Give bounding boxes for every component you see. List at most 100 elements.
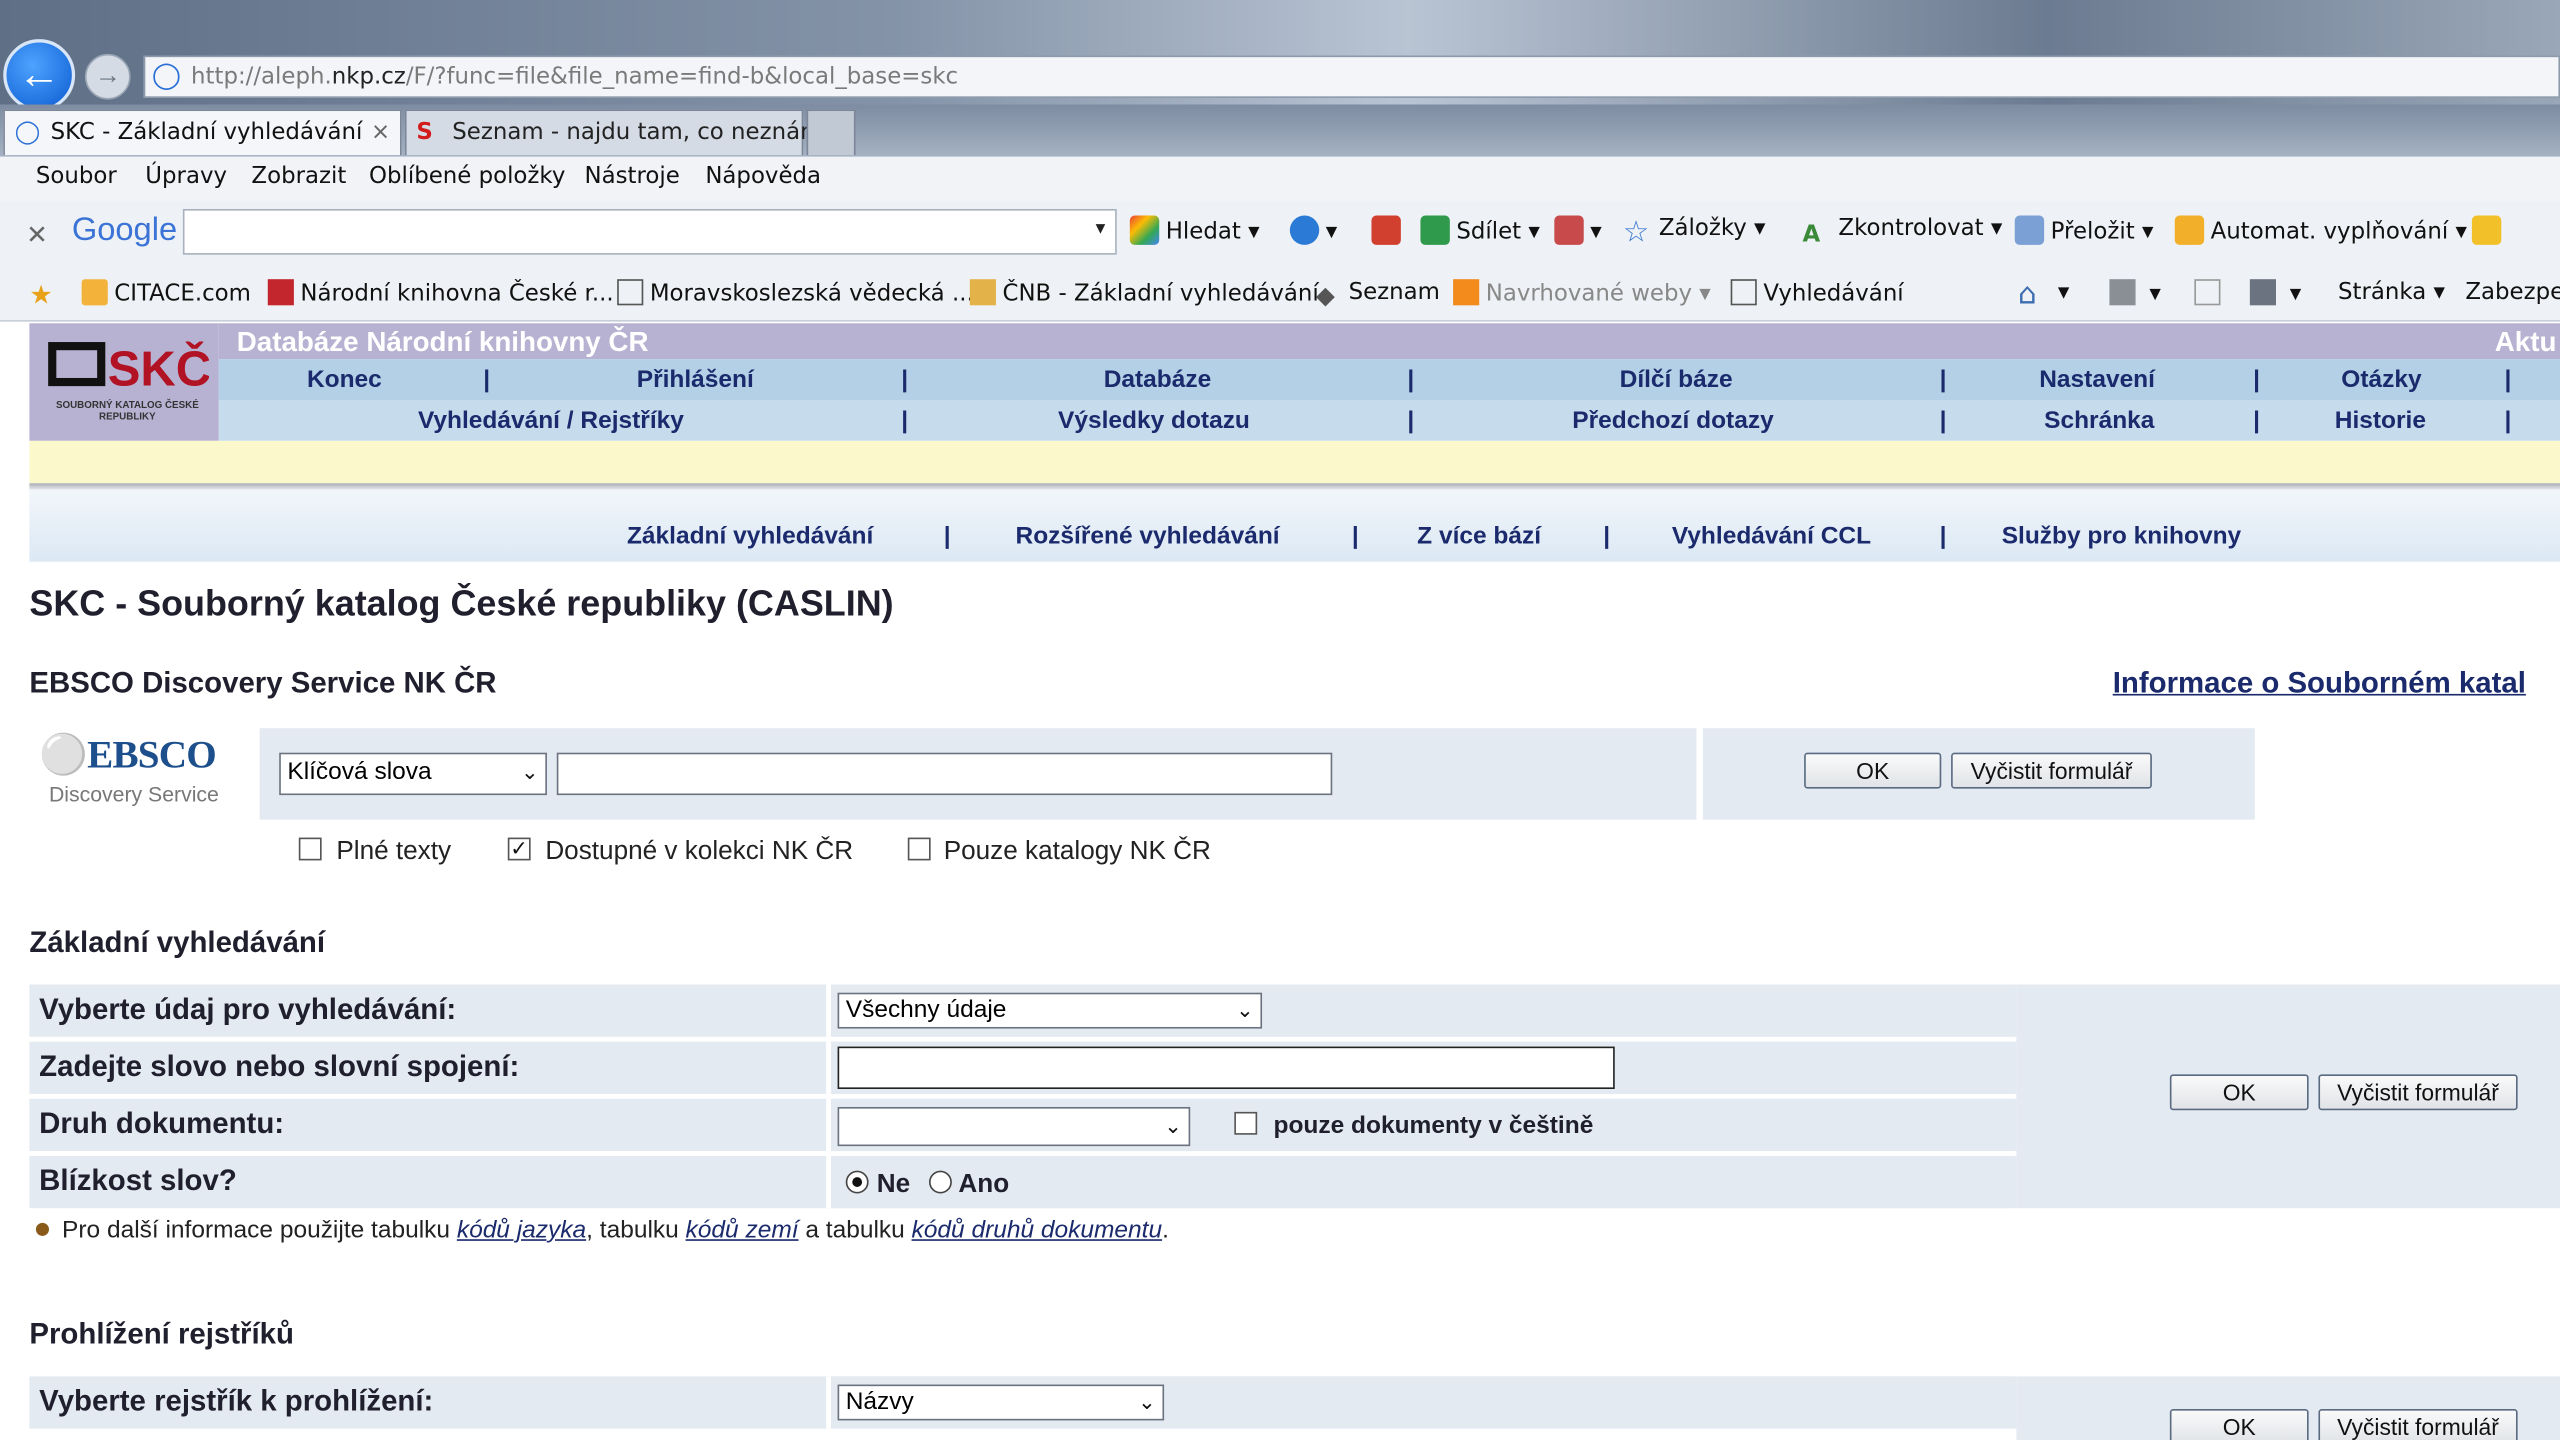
doctype-select[interactable]: ⌄: [837, 1106, 1191, 1147]
aktu-label[interactable]: Aktu: [2495, 327, 2557, 360]
fav-citace[interactable]: CITACE.com: [81, 279, 251, 307]
nk-collection-checkbox[interactable]: ✓: [507, 837, 531, 861]
tab-close-icon[interactable]: ×: [371, 111, 390, 153]
skcr-logo-graphic: SKČR: [48, 341, 209, 396]
basic-button-panel: OK Vyčistit formulář: [2016, 984, 2560, 1209]
ebsco-button-panel: OK Vyčistit formulář: [1702, 728, 2255, 820]
subnav-separator: |: [943, 522, 951, 551]
nav-databaze[interactable]: Databáze: [1104, 366, 1212, 394]
chevron-down-icon[interactable]: ▼: [1092, 220, 1108, 238]
translate-button[interactable]: Přeložit ▾: [2014, 215, 2153, 245]
rss-icon: [2109, 279, 2136, 306]
browse-ok-button[interactable]: OK: [2169, 1409, 2309, 1440]
country-codes-link[interactable]: kódů zemí: [686, 1216, 799, 1244]
subnav-rozsirene[interactable]: Rozšířené vyhledávání: [1016, 522, 1280, 550]
new-tab-button[interactable]: [806, 109, 856, 156]
ebsco-search-panel: Klíčová slova ⌄: [259, 728, 1697, 820]
print-button[interactable]: ▾: [2249, 279, 2301, 307]
value-cell: [826, 1041, 2017, 1094]
home-icon: ⌂: [2018, 277, 2037, 312]
doctype-codes-link[interactable]: kódů druhů dokumentu: [912, 1216, 1163, 1244]
nav-otazky[interactable]: Otázky: [2341, 366, 2421, 394]
bookmarks-button[interactable]: ☆ Záložky ▾: [1623, 216, 1766, 250]
language-codes-link[interactable]: kódů jazyka: [457, 1216, 586, 1244]
menu-nastroje[interactable]: Nástroje: [585, 163, 680, 189]
basic-ok-button[interactable]: OK: [2169, 1074, 2309, 1111]
share-button[interactable]: Sdílet ▾: [1420, 215, 1540, 245]
fulltext-checkbox[interactable]: [298, 837, 322, 861]
home-button[interactable]: ⌂ ▾: [2018, 277, 2069, 312]
favorites-star-icon[interactable]: ★: [29, 279, 62, 308]
subnav-zakladni[interactable]: Základní vyhledávání: [627, 522, 873, 550]
ebsco-search-input[interactable]: [556, 752, 1333, 796]
autofill-button[interactable]: Automat. vyplňování ▾: [2174, 215, 2467, 245]
czech-only-checkbox[interactable]: [1234, 1111, 1258, 1135]
menu-oblibene[interactable]: Oblíbené položky: [369, 163, 565, 189]
row-proximity: Blízkost slov? Ne Ano: [29, 1155, 2017, 1209]
nav-nastaveni[interactable]: Nastavení: [2039, 366, 2155, 394]
search-field-select[interactable]: Všechny údaje ⌄: [837, 992, 1263, 1029]
tab-seznam[interactable]: S Seznam - najdu tam, co neznám: [404, 109, 822, 156]
page-menu[interactable]: Stránka ▾: [2338, 279, 2445, 305]
proximity-yes-radio[interactable]: [929, 1170, 952, 1194]
address-bar[interactable]: ◯ http://aleph.nkp.cz/F/?func=file&file_…: [143, 55, 2560, 98]
nav-dilci-baze[interactable]: Dílčí báze: [1620, 366, 1733, 394]
nav-predchozi-dotazy[interactable]: Předchozí dotazy: [1572, 407, 1773, 435]
row-doctype: Druh dokumentu: ⌄ pouze dokumenty v češt…: [29, 1098, 2017, 1152]
index-select[interactable]: Názvy ⌄: [837, 1384, 1165, 1421]
google-search-input[interactable]: ▼: [182, 208, 1117, 255]
translate-gray-button[interactable]: ▾: [1554, 215, 1602, 245]
nav-vyhledavani-rejstriky[interactable]: Vyhledávání / Rejstříky: [418, 407, 684, 435]
back-button[interactable]: ←: [3, 39, 76, 112]
subnav-ccl[interactable]: Vyhledávání CCL: [1672, 522, 1871, 550]
subnav-sluzby[interactable]: Služby pro knihovny: [2002, 522, 2241, 550]
ebsco-ok-button[interactable]: OK: [1804, 752, 1942, 789]
page-title: SKC - Souborný katalog České republiky (…: [29, 582, 894, 624]
basic-search-heading: Základní vyhledávání: [29, 925, 326, 959]
forward-button[interactable]: →: [84, 53, 131, 100]
ebsco-logo[interactable]: ⚪EBSCO Discovery Service: [39, 731, 235, 807]
chevron-down-icon: ⌄: [1236, 997, 1254, 1023]
fav-nkcr[interactable]: Národní knihovna České r...: [267, 279, 614, 307]
proximity-label: Blízkost slov?: [39, 1164, 237, 1197]
close-toolbar-icon[interactable]: ✕: [26, 219, 48, 252]
spellcheck-button[interactable]: A Zkontrolovat ▾: [1803, 216, 2003, 252]
seznam-tab-icon: S: [416, 119, 433, 146]
browse-clear-button[interactable]: Vyčistit formulář: [2318, 1409, 2518, 1440]
menu-soubor[interactable]: Soubor: [36, 163, 117, 189]
nav-konec[interactable]: Konec: [307, 366, 382, 394]
tab-skc[interactable]: ◯ SKC - Základní vyhledávání ×: [3, 109, 402, 156]
ebsco-clear-button[interactable]: Vyčistit formulář: [1951, 752, 2152, 789]
fav-vyhledavani[interactable]: Vyhledávání: [1730, 279, 1904, 307]
menu-upravy[interactable]: Úpravy: [145, 163, 227, 189]
info-link[interactable]: Informace o Souborném katal: [2113, 666, 2526, 700]
page-icon: [617, 279, 644, 306]
fav-suggested-sites[interactable]: Navrhované weby ▾: [1453, 279, 1711, 307]
fav-moravskoslezska[interactable]: Moravskoslezská vědecká ...: [617, 279, 974, 307]
nk-catalogs-checkbox[interactable]: [907, 837, 931, 861]
search-button[interactable]: Hledat ▾: [1129, 215, 1260, 245]
address-url[interactable]: http://aleph.nkp.cz/F/?func=file&file_na…: [191, 64, 958, 90]
proximity-no-radio[interactable]: [845, 1170, 869, 1194]
menu-napoveda[interactable]: Nápověda: [705, 163, 821, 189]
mail-button[interactable]: [2194, 279, 2227, 307]
fav-seznam[interactable]: ◆ Seznam: [1316, 279, 1440, 308]
menu-zobrazit[interactable]: Zobrazit: [251, 163, 346, 189]
help-note: Pro další informace použijte tabulku kód…: [35, 1216, 1169, 1244]
feeds-button[interactable]: ▾: [2109, 279, 2161, 307]
plus-button[interactable]: ▾: [1289, 215, 1337, 245]
pencil-button[interactable]: [2471, 215, 2508, 245]
fulltext-label: Plné texty: [336, 837, 452, 866]
ebsco-field-select[interactable]: Klíčová slova ⌄: [279, 752, 547, 796]
nav-prihlaseni[interactable]: Přihlášení: [637, 366, 754, 394]
skcr-logo[interactable]: SKČR SOUBORNÝ KATALOG ČESKÉ REPUBLIKY: [29, 323, 219, 441]
nav-schranka[interactable]: Schránka: [2044, 407, 2154, 435]
google-plus-button[interactable]: [1371, 215, 1407, 245]
nav-historie[interactable]: Historie: [2335, 407, 2426, 435]
nav-vysledky-dotazu[interactable]: Výsledky dotazu: [1058, 407, 1250, 435]
security-menu[interactable]: Zabezpeč: [2465, 279, 2560, 305]
search-word-input[interactable]: [837, 1046, 1615, 1090]
basic-clear-button[interactable]: Vyčistit formulář: [2318, 1074, 2518, 1111]
fav-cnb[interactable]: ČNB - Základní vyhledávání: [969, 279, 1319, 307]
subnav-z-vice-bazi[interactable]: Z více bází: [1417, 522, 1541, 550]
